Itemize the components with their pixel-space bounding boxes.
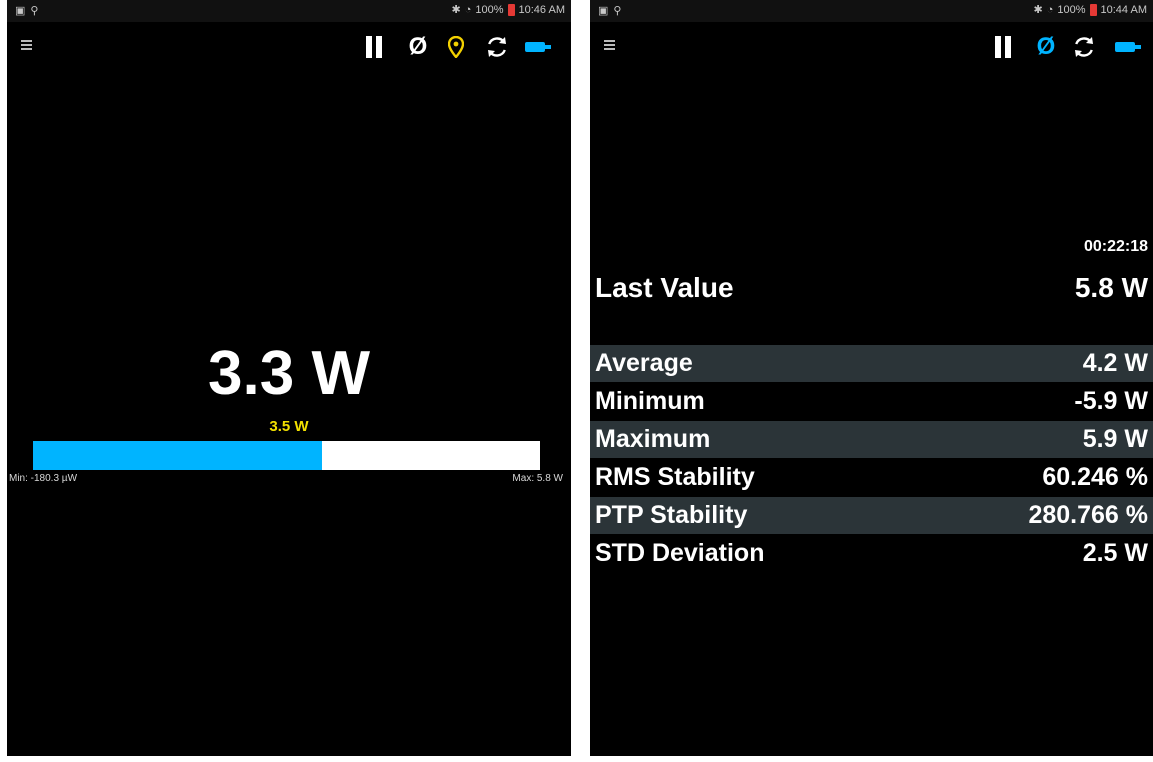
status-bar: ▣ ⚲ ✱ ◔ 100% 10:44 AM	[590, 0, 1153, 22]
stat-value: 60.246 %	[1042, 463, 1148, 491]
screenshot-icon: ▣	[598, 5, 609, 17]
stat-row-minimum: Minimum -5.9 W	[590, 383, 1153, 420]
stat-value: -5.9 W	[1074, 387, 1148, 415]
statistics-screen: ▣ ⚲ ✱ ◔ 100% 10:44 AM Ø 00:22:18 Last Va…	[590, 0, 1153, 756]
stat-label: PTP Stability	[595, 501, 748, 529]
probe-icon[interactable]	[1115, 35, 1141, 59]
stat-row-rms-stability: RMS Stability 60.246 %	[590, 459, 1153, 496]
stat-label: STD Deviation	[595, 539, 765, 567]
stat-value: 5.8 W	[1074, 272, 1148, 303]
wifi-icon: ◔	[464, 4, 472, 16]
elapsed-time: 00:22:18	[1083, 238, 1148, 255]
pause-icon[interactable]	[364, 35, 384, 59]
clock: 10:46 AM	[518, 4, 565, 16]
bar-value-label: 3.5 W	[269, 418, 309, 435]
live-reading-screen: ▣ ⚲ ✱ ◔ 100% 10:46 AM Ø 3.3 W 3.5 W Min:…	[7, 0, 571, 756]
current-reading: 3.3 W	[208, 339, 370, 408]
probe-icon[interactable]	[525, 35, 551, 59]
bluetooth-icon: ✱	[1033, 4, 1043, 16]
battery-percent: 100%	[475, 4, 504, 16]
screenshot-icon: ▣	[15, 5, 26, 17]
stat-label: Maximum	[595, 425, 711, 453]
progress-bar	[33, 441, 540, 470]
bluetooth-icon: ✱	[451, 4, 461, 16]
battery-percent: 100%	[1057, 4, 1086, 16]
refresh-icon[interactable]	[485, 35, 509, 59]
usb-icon: ⚲	[613, 5, 622, 17]
stat-value: 4.2 W	[1082, 349, 1148, 377]
stat-label: Last Value	[595, 272, 734, 303]
stat-label: Minimum	[595, 387, 705, 415]
stat-row-ptp-stability: PTP Stability 280.766 %	[590, 497, 1153, 534]
usb-icon: ⚲	[30, 5, 39, 17]
bar-min-label: Min: -180.3 µW	[9, 473, 78, 484]
stat-row-std-deviation: STD Deviation 2.5 W	[590, 535, 1153, 572]
menu-icon[interactable]	[604, 40, 615, 52]
battery-icon	[507, 4, 515, 16]
toolbar: Ø	[7, 22, 571, 70]
toolbar: Ø	[590, 22, 1153, 70]
clock: 10:44 AM	[1100, 4, 1147, 16]
stat-label: RMS Stability	[595, 463, 755, 491]
zero-icon[interactable]: Ø	[407, 33, 429, 60]
stat-row-average: Average 4.2 W	[590, 345, 1153, 382]
stat-value: 2.5 W	[1082, 539, 1148, 567]
refresh-icon[interactable]	[1072, 35, 1096, 59]
battery-icon	[1089, 4, 1097, 16]
stat-row-maximum: Maximum 5.9 W	[590, 421, 1153, 458]
stat-value: 5.9 W	[1082, 425, 1148, 453]
status-bar: ▣ ⚲ ✱ ◔ 100% 10:46 AM	[7, 0, 571, 22]
zero-icon[interactable]: Ø	[1035, 33, 1057, 60]
wifi-icon: ◔	[1046, 4, 1054, 16]
last-value-row: Last Value 5.8 W	[590, 268, 1153, 308]
stat-value: 280.766 %	[1028, 501, 1148, 529]
pause-icon[interactable]	[993, 35, 1013, 59]
progress-fill	[33, 441, 322, 470]
stat-label: Average	[595, 349, 693, 377]
bar-max-label: Max: 5.8 W	[512, 473, 563, 484]
location-pin-icon[interactable]	[448, 35, 464, 59]
menu-icon[interactable]	[21, 40, 32, 52]
